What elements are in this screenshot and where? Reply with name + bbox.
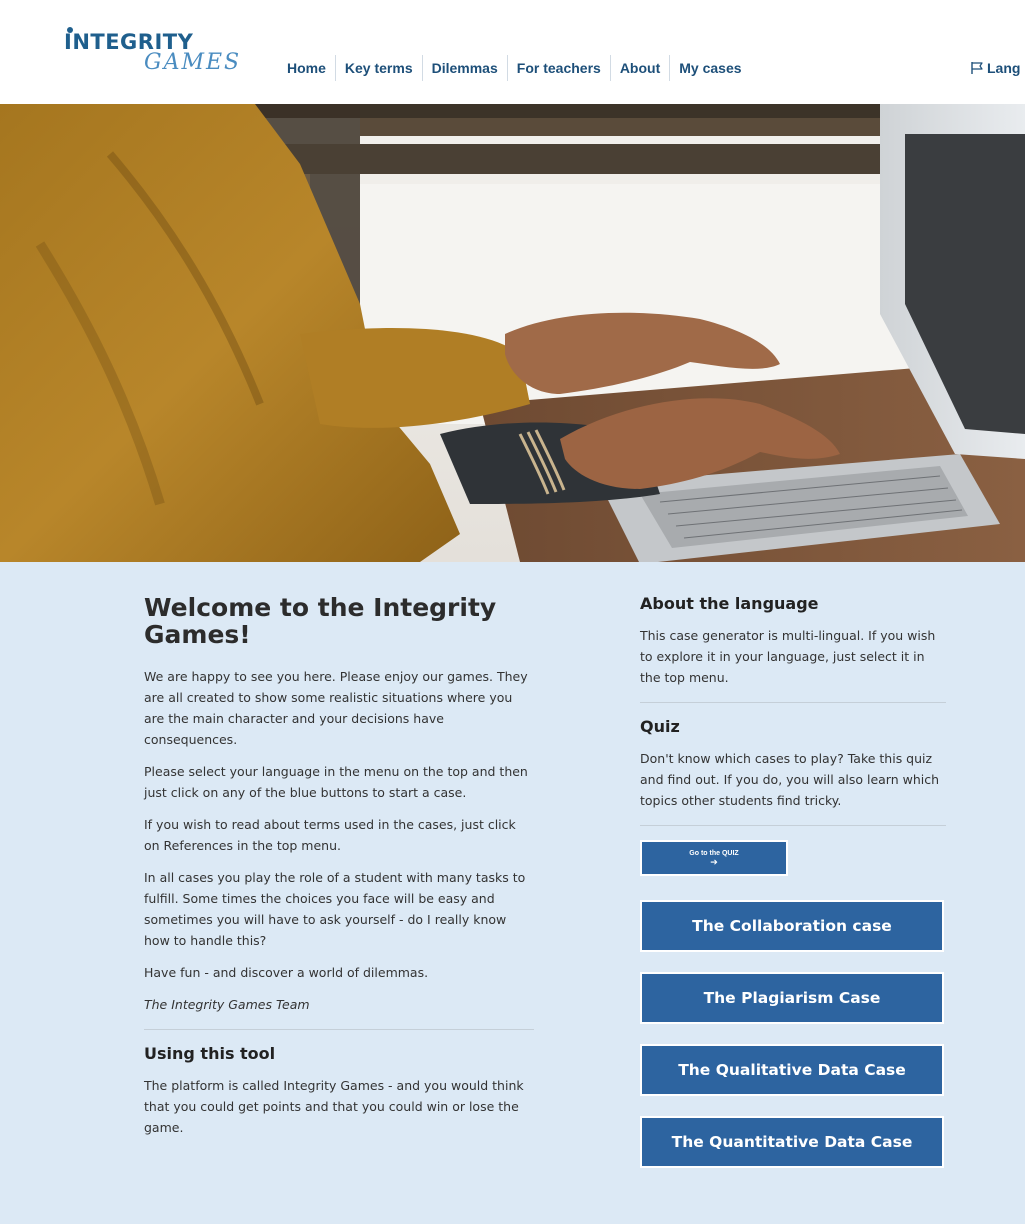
sidebar: About the language This case generator i… [640,594,946,1188]
page-title: Welcome to the Integrity Games! [144,593,497,649]
nav-home[interactable]: Home [278,57,335,79]
plagiarism-case-button[interactable]: The Plagiarism Case [640,972,944,1024]
qualitative-data-case-button[interactable]: The Qualitative Data Case [640,1044,944,1096]
team-signature: The Integrity Games Team [144,997,310,1012]
quiz-text: Don't know which cases to play? Take thi… [640,751,940,808]
using-tool-heading: Using this tool [144,1044,276,1063]
main-nav: Home Key terms Dilemmas For teachers Abo… [278,55,751,81]
welcome-paragraph: We are happy to see you here. Please enj… [144,669,528,747]
nav-about[interactable]: About [611,57,669,79]
site-header: INTEGRITY GAMES Home Key terms Dilemmas … [0,0,1025,105]
welcome-paragraph: Please select your language in the menu … [144,764,528,800]
section-divider [640,702,946,703]
nav-for-teachers[interactable]: For teachers [508,57,610,79]
collaboration-case-button[interactable]: The Collaboration case [640,900,944,952]
quantitative-data-case-button[interactable]: The Quantitative Data Case [640,1116,944,1168]
using-tool-text: The platform is called Integrity Games -… [144,1078,524,1135]
about-language-text: This case generator is multi-lingual. If… [640,628,936,685]
hero-photo-icon [0,104,1025,562]
section-divider [144,1029,534,1030]
integrity-games-logo[interactable]: INTEGRITY GAMES [64,27,264,92]
quiz-heading: Quiz [640,717,680,736]
welcome-paragraph: In all cases you play the role of a stud… [144,870,526,948]
go-to-quiz-button[interactable]: Go to the QUIZ ➔ [640,840,788,876]
welcome-section: Welcome to the Integrity Games! We are h… [144,594,534,1149]
welcome-paragraph: If you wish to read about terms used in … [144,817,516,853]
content-area: Welcome to the Integrity Games! We are h… [0,562,1025,1224]
arrow-right-icon: ➔ [710,857,718,868]
language-menu[interactable]: Lang [970,57,1020,79]
flag-icon [971,62,983,74]
nav-dilemmas[interactable]: Dilemmas [423,57,507,79]
nav-my-cases[interactable]: My cases [670,57,750,79]
welcome-paragraph: Have fun - and discover a world of dilem… [144,965,429,980]
nav-key-terms[interactable]: Key terms [336,57,422,79]
go-to-quiz-label: Go to the QUIZ [689,849,739,857]
language-menu-label: Lang [987,60,1021,76]
section-divider [640,825,946,826]
about-language-heading: About the language [640,594,819,613]
hero-image [0,104,1025,562]
logo-sub-text: GAMES [144,50,242,75]
